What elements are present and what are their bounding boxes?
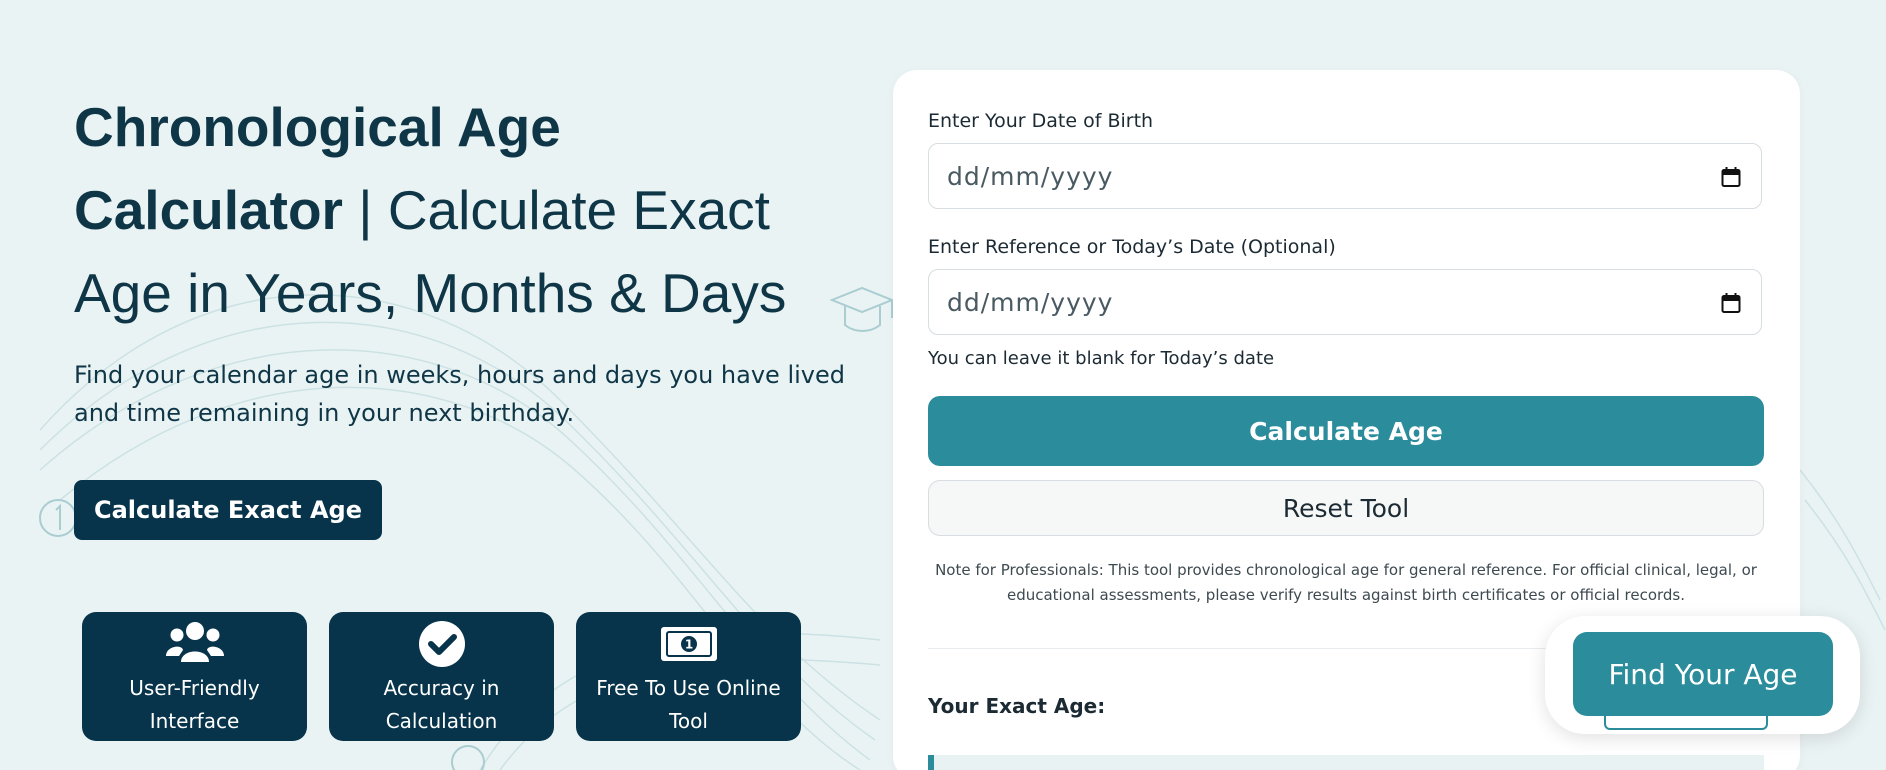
result-label: Your Exact Age:: [928, 694, 1106, 718]
result-panel: [928, 755, 1764, 770]
feature-card-user-friendly: User-Friendly Interface: [82, 612, 307, 741]
reference-date-input[interactable]: dd/mm/yyyy: [928, 269, 1762, 335]
hero-section: Chronological Age Calculator | Calculate…: [74, 86, 874, 335]
dob-input[interactable]: dd/mm/yyyy: [928, 143, 1762, 209]
hero-subtitle: Find your calendar age in weeks, hours a…: [74, 361, 845, 427]
title-rest-line-1: | Calculate Exact: [342, 179, 770, 241]
calendar-icon[interactable]: [1721, 166, 1741, 188]
calendar-icon[interactable]: [1721, 292, 1741, 314]
title-rest-line-2: Age in Years, Months & Days: [74, 262, 787, 324]
title-bold-line-1: Chronological Age: [74, 96, 561, 158]
reset-tool-button[interactable]: Reset Tool: [928, 480, 1764, 536]
feature-label: Accuracy in Calculation: [383, 676, 500, 733]
feature-card-accuracy: Accuracy in Calculation: [329, 612, 554, 741]
reference-date-placeholder: dd/mm/yyyy: [947, 288, 1114, 317]
users-icon: [165, 622, 224, 662]
check-circle-icon: [418, 621, 465, 667]
svg-text:1: 1: [684, 638, 692, 652]
find-your-age-button[interactable]: Find Your Age: [1573, 632, 1833, 716]
reference-date-label: Enter Reference or Today’s Date (Optiona…: [928, 236, 1336, 258]
dob-label: Enter Your Date of Birth: [928, 110, 1154, 132]
page-title: Chronological Age Calculator | Calculate…: [74, 86, 874, 335]
calculate-age-button[interactable]: Calculate Age: [928, 396, 1764, 466]
feature-label: Free To Use Online Tool: [596, 676, 781, 733]
calculate-exact-age-button[interactable]: Calculate Exact Age: [74, 480, 382, 540]
feature-label: User-Friendly Interface: [129, 676, 260, 733]
money-bill-icon: 1: [660, 627, 717, 661]
title-bold-line-2: Calculator: [74, 179, 343, 241]
professional-note: Note for Professionals: This tool provid…: [935, 561, 1757, 604]
reference-date-hint: You can leave it blank for Today’s date: [928, 348, 1275, 369]
dob-placeholder: dd/mm/yyyy: [947, 162, 1114, 191]
feature-card-free: 1 Free To Use Online Tool: [576, 612, 801, 741]
